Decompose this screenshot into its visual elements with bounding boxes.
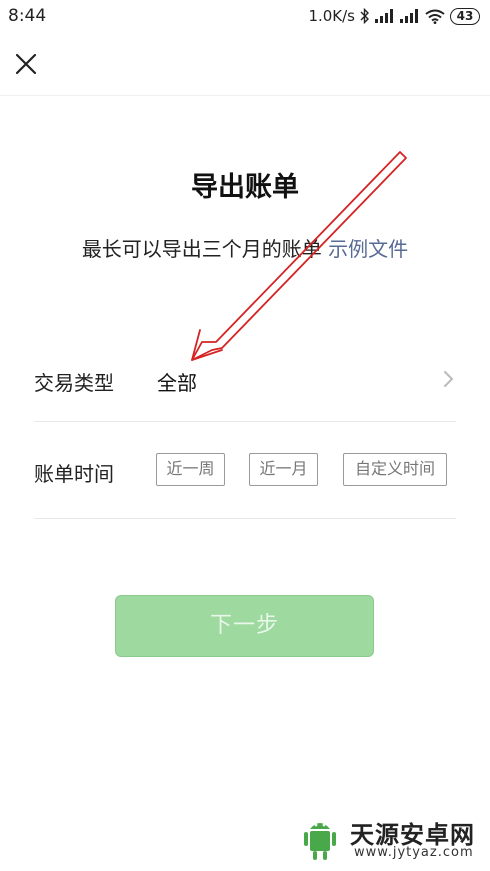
bluetooth-icon [360, 8, 369, 24]
option-custom-time[interactable]: 自定义时间 [343, 453, 447, 486]
close-button[interactable] [10, 48, 42, 80]
top-bar [0, 32, 490, 96]
bill-time-row: 账单时间 近一周 近一月 自定义时间 [34, 422, 456, 519]
subtitle: 最长可以导出三个月的账单 示例文件 [0, 233, 490, 262]
status-bar: 8:44 1.0K/s 43 [0, 0, 490, 32]
android-logo-icon [304, 823, 336, 860]
battery-indicator: 43 [450, 7, 480, 25]
signal-icon-2 [400, 9, 418, 23]
status-time: 8:44 [8, 6, 47, 26]
chevron-right-icon [444, 371, 453, 387]
network-speed: 1.0K/s [308, 7, 355, 25]
option-last-week[interactable]: 近一周 [156, 453, 225, 486]
transaction-type-value: 全部 [157, 371, 197, 395]
subtitle-text: 最长可以导出三个月的账单 [81, 237, 322, 261]
watermark: 天源安卓网 www.jytyaz.com [296, 815, 486, 865]
status-icons: 1.0K/s 43 [308, 6, 480, 26]
watermark-url: www.jytyaz.com [354, 845, 474, 860]
option-last-month[interactable]: 近一月 [249, 453, 318, 486]
next-step-button[interactable]: 下一步 [115, 595, 374, 657]
close-icon [15, 53, 37, 75]
example-file-link[interactable]: 示例文件 [328, 237, 408, 261]
signal-icon [375, 9, 393, 23]
bill-time-label: 账单时间 [34, 462, 114, 486]
transaction-type-row[interactable]: 交易类型 全部 [34, 333, 456, 422]
wifi-icon [425, 9, 445, 24]
transaction-type-label: 交易类型 [34, 371, 114, 395]
page-title: 导出账单 [191, 172, 299, 203]
